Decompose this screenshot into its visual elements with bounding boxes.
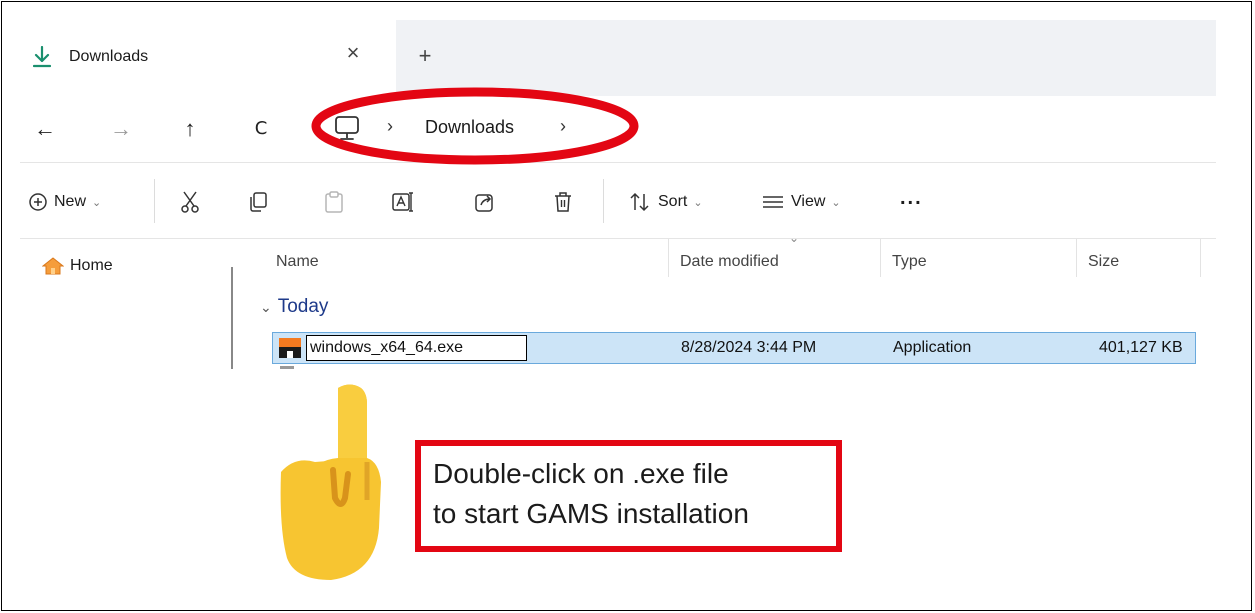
cut-button[interactable] [179, 189, 201, 215]
paste-button[interactable] [324, 189, 344, 215]
view-button[interactable]: View ⌄ [761, 189, 841, 215]
sort-label: Sort [658, 193, 688, 210]
copy-icon [250, 192, 267, 212]
copy-button[interactable] [248, 189, 268, 215]
group-label: Today [277, 296, 329, 317]
sort-icon [630, 192, 649, 212]
column-header-date[interactable]: Date modified [680, 253, 779, 271]
highlight-ellipse [311, 87, 639, 165]
view-icon [763, 196, 783, 208]
column-divider[interactable] [880, 239, 881, 277]
pane-splitter[interactable] [231, 267, 233, 369]
navigation-pane: Home [20, 239, 230, 369]
up-icon[interactable]: ↑ [177, 116, 203, 142]
file-size: 401,127 KB [1099, 339, 1183, 356]
refresh-icon[interactable]: C [248, 116, 274, 142]
rename-button[interactable] [391, 189, 415, 215]
file-row-selected[interactable]: windows_x64_64.exe 8/28/2024 3:44 PM App… [272, 332, 1196, 364]
column-divider[interactable] [668, 239, 669, 277]
view-label: View [791, 193, 826, 210]
share-icon [475, 194, 493, 212]
next-row-fragment [280, 366, 294, 369]
file-date: 8/28/2024 3:44 PM [681, 339, 817, 356]
address-input-area[interactable] [622, 96, 1216, 162]
tab-downloads[interactable]: Downloads × [20, 20, 396, 96]
file-type: Application [893, 339, 972, 356]
callout-line-1: Double-click on .exe file [433, 458, 729, 489]
home-icon [42, 257, 64, 275]
file-explorer-window: Downloads × + ← → ↑ C › Downloads › New … [20, 20, 1216, 369]
chevron-down-icon: ⌄ [92, 196, 102, 209]
sort-button[interactable]: Sort ⌄ [628, 189, 703, 215]
chevron-down-icon: ⌄ [260, 298, 272, 315]
paste-icon [325, 191, 343, 213]
new-button[interactable]: New ⌄ [28, 189, 101, 215]
back-icon[interactable]: ← [32, 116, 58, 142]
file-list: Name ⌄ Date modified Type Size ⌄ Today w… [250, 231, 1216, 369]
forward-icon[interactable]: → [108, 116, 134, 142]
delete-icon [555, 192, 571, 212]
rename-field[interactable]: windows_x64_64.exe [306, 335, 527, 361]
tab-strip: Downloads × + [20, 20, 1216, 96]
column-divider[interactable] [1200, 239, 1201, 277]
screenshot-frame: Downloads × + ← → ↑ C › Downloads › New … [1, 1, 1252, 611]
tab-title: Downloads [69, 48, 149, 65]
chevron-down-icon: ⌄ [831, 196, 841, 209]
group-header-today[interactable]: ⌄ Today [260, 296, 328, 318]
column-divider[interactable] [1076, 239, 1077, 277]
new-label: New [54, 193, 87, 210]
close-icon[interactable]: × [342, 42, 364, 64]
command-bar: New ⌄ Sort ⌄ View ⌄ ... [20, 163, 1216, 239]
nav-item-home[interactable]: Home [42, 256, 113, 276]
instruction-callout: Double-click on .exe file to start GAMS … [415, 440, 842, 552]
delete-button[interactable] [553, 189, 573, 215]
chevron-down-icon: ⌄ [789, 231, 800, 245]
toolbar-divider [154, 179, 155, 223]
column-header-name[interactable]: Name [276, 253, 319, 271]
rename-icon [392, 192, 413, 212]
plus-icon[interactable]: + [412, 44, 438, 70]
cut-icon [181, 191, 199, 213]
column-header-type[interactable]: Type [892, 253, 927, 271]
toolbar-divider [603, 179, 604, 223]
exe-icon [279, 338, 301, 358]
pointing-hand-icon [280, 384, 381, 580]
callout-line-2: to start GAMS installation [433, 498, 749, 529]
chevron-down-icon: ⌄ [693, 196, 703, 209]
home-label: Home [70, 257, 113, 274]
share-button[interactable] [474, 189, 496, 215]
download-icon [33, 46, 51, 68]
new-icon [29, 193, 47, 211]
column-header-size[interactable]: Size [1088, 253, 1119, 271]
more-options-button[interactable]: ... [900, 185, 923, 211]
